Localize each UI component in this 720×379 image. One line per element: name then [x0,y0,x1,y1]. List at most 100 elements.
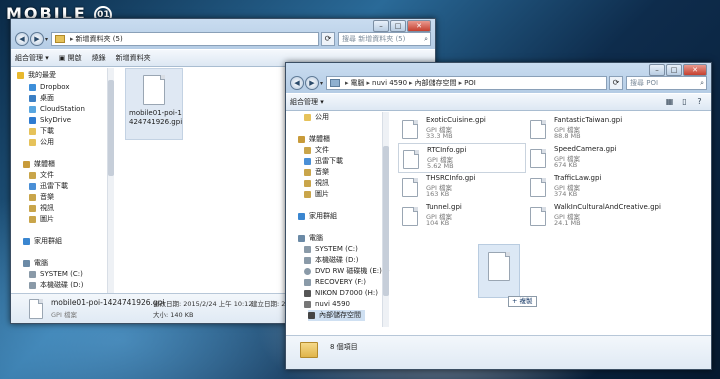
search-input[interactable]: 搜尋 POI ⌕ [626,76,707,90]
back-button[interactable]: ◀ [15,32,29,46]
maximize-button[interactable]: □ [390,20,406,32]
nav-libraries[interactable]: 媒體櫃 [23,159,55,170]
document-icon [403,150,419,169]
nav-label: 文件 [315,146,329,154]
storage-icon [308,312,315,319]
forward-button[interactable]: ▶ [305,76,319,90]
address-segment[interactable]: 新增資料夾 (5) [76,34,123,44]
address-segment[interactable]: 內部儲存空間 [415,78,457,88]
close-button[interactable]: ✕ [683,64,707,76]
chevron-right-icon: ▸ [366,79,371,87]
refresh-button[interactable]: ⟳ [321,32,335,46]
nav-homegroup[interactable]: 家用群組 [23,236,62,247]
document-icon [530,178,546,197]
nav-drive-c[interactable]: SYSTEM (C:) [29,269,83,280]
recent-pages-dropdown[interactable]: ▾ [45,36,48,43]
preview-pane-icon[interactable]: ▯ [679,97,690,107]
nav-pictures[interactable]: 圖片 [304,189,329,200]
open-button[interactable]: ▣ 開啟 [59,53,82,63]
address-bar[interactable]: ▸ 新增資料夾 (5) [51,32,319,46]
file-item[interactable]: SpeedCamera.gpi GPI 檔案 674 KB [526,143,652,171]
refresh-button[interactable]: ⟳ [609,76,623,90]
nav-public[interactable]: 公用 [29,137,54,148]
nav-drive-c[interactable]: SYSTEM (C:) [304,244,358,255]
recent-pages-dropdown[interactable]: ▾ [320,80,323,87]
nav-dropbox[interactable]: Dropbox [29,82,70,93]
file-item[interactable]: TrafficLaw.gpi GPI 檔案 374 KB [526,172,652,200]
close-button[interactable]: ✕ [407,20,431,32]
nav-nikon-h[interactable]: NIKON D7000 (H:) [304,288,378,299]
nav-computer[interactable]: 電腦 [298,233,323,244]
nav-label: 視訊 [40,204,54,212]
address-segment[interactable]: POI [464,79,476,87]
nav-desktop[interactable]: 桌面 [29,93,54,104]
search-icon: ⌕ [424,35,428,43]
nav-downloads[interactable]: 下載 [29,126,54,137]
search-input[interactable]: 搜尋 新增資料夾 (5) ⌕ [338,32,431,46]
document-icon [29,299,43,319]
file-name: RTCInfo.gpi [427,146,467,154]
file-item[interactable]: mobile01-poi-1 424741926.gpi [125,68,183,140]
nav-thunder-downloads[interactable]: 迅雷下載 [29,181,68,192]
nav-pane-scrollbar[interactable] [107,68,114,293]
nav-public[interactable]: 公用 [304,112,329,123]
nav-drive-d[interactable]: 本機磁碟 (D:) [304,255,358,266]
nav-dvd-drive-e[interactable]: DVD RW 磁碟機 (E:) D8 [304,266,394,277]
file-item[interactable]: RTCInfo.gpi GPI 檔案 5.62 MB [398,143,526,173]
nav-label: 圖片 [315,190,329,198]
nav-pictures[interactable]: 圖片 [29,214,54,225]
file-item[interactable]: Tunnel.gpi GPI 檔案 104 KB [398,201,524,229]
nav-documents[interactable]: 文件 [29,170,54,181]
download-folder-icon [29,128,36,135]
burn-button[interactable]: 燒錄 [92,53,106,63]
nav-label: SYSTEM (C:) [315,245,358,253]
address-segment[interactable]: nuvi 4590 [372,79,407,87]
minimize-button[interactable]: – [373,20,389,32]
maximize-button[interactable]: □ [666,64,682,76]
nav-pane-scrollbar[interactable] [382,112,389,327]
nav-skydrive[interactable]: SkyDrive [29,115,71,126]
nav-internal-storage[interactable]: 內部儲存空間 [308,310,365,321]
nav-nuvi-4590[interactable]: nuvi 4590 [304,299,350,310]
file-item[interactable]: FantasticTaiwan.gpi GPI 檔案 88.8 MB [526,114,652,142]
new-folder-button[interactable]: 新增資料夾 [116,53,151,63]
nav-label: 迅雷下載 [40,182,68,190]
folder-icon [304,158,311,165]
view-options-icon[interactable]: ▦ [664,97,675,107]
address-segment[interactable]: 電腦 [351,78,365,88]
nav-homegroup[interactable]: 家用群組 [298,211,337,222]
nav-documents[interactable]: 文件 [304,145,329,156]
nav-label: Dropbox [40,83,70,91]
nav-videos[interactable]: 視訊 [29,203,54,214]
address-bar[interactable]: ▸ 電腦 ▸ nuvi 4590 ▸ 內部儲存空間 ▸ POI [326,76,607,90]
nav-thunder-downloads[interactable]: 迅雷下載 [304,156,343,167]
scrollbar-thumb[interactable] [383,146,389,296]
nav-drive-d[interactable]: 本機磁碟 (D:) [29,280,83,291]
file-item[interactable]: ExoticCuisine.gpi GPI 檔案 33.3 MB [398,114,524,142]
nav-computer[interactable]: 電腦 [23,258,48,269]
nav-videos[interactable]: 視訊 [304,178,329,189]
organize-button[interactable]: 組合管理 ▾ [15,53,49,63]
file-name: FantasticTaiwan.gpi [554,116,623,124]
file-item[interactable]: WalkInCulturalAndCreative.gpi GPI 檔案 24.… [526,201,676,229]
nav-cloudstation[interactable]: CloudStation [29,104,85,115]
organize-button[interactable]: 組合管理 ▾ [290,97,324,107]
nav-label: 文件 [40,171,54,179]
nav-libraries[interactable]: 媒體櫃 [298,134,330,145]
file-size: 5.62 MB [427,162,454,170]
nav-label: 音樂 [315,168,329,176]
nav-recovery-f[interactable]: RECOVERY (F:) [304,277,366,288]
navigation-pane: 我的最愛 Dropbox 桌面 CloudStation SkyDrive 下載… [11,68,115,293]
forward-button[interactable]: ▶ [30,32,44,46]
nav-music[interactable]: 音樂 [304,167,329,178]
scrollbar-thumb[interactable] [108,80,114,176]
minimize-button[interactable]: – [649,64,665,76]
back-button[interactable]: ◀ [290,76,304,90]
nav-favorites[interactable]: 我的最愛 [17,70,56,81]
file-item[interactable]: THSRCInfo.gpi GPI 檔案 163 KB [398,172,524,200]
drive-icon [304,257,311,264]
nav-label: 圖片 [40,215,54,223]
star-icon [17,72,24,79]
nav-music[interactable]: 音樂 [29,192,54,203]
help-icon[interactable]: ? [694,97,705,107]
